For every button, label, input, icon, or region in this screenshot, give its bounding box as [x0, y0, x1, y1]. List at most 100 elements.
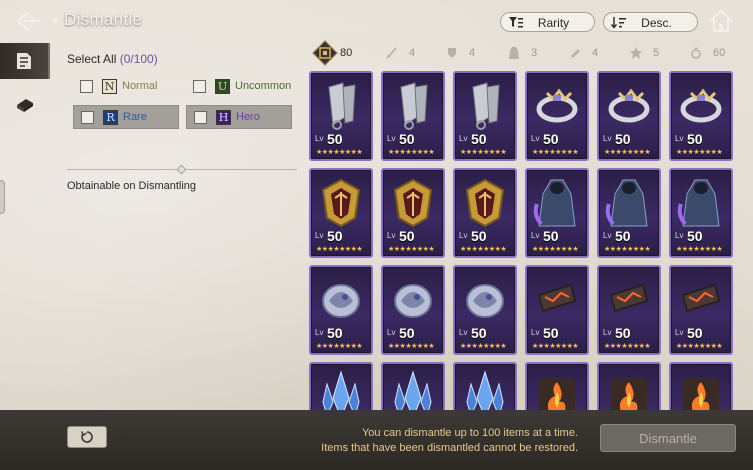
- category-cloak[interactable]: 3: [503, 41, 537, 65]
- item-stars: ★★★★★★★★: [460, 246, 507, 253]
- cloak-item-icon: [531, 174, 583, 232]
- item-card[interactable]: [597, 362, 661, 411]
- fire-item-icon: [531, 368, 583, 411]
- item-stars: ★★★★★★★★: [604, 343, 651, 350]
- grade-checkbox[interactable]: [194, 110, 207, 124]
- item-level: 50: [399, 131, 415, 147]
- dragon-item-icon: [387, 271, 439, 329]
- all-items-icon: [319, 47, 331, 59]
- category-count: 60: [713, 47, 726, 59]
- back-button[interactable]: [12, 8, 46, 34]
- item-level: 50: [615, 131, 631, 147]
- item-level: 50: [543, 228, 559, 244]
- grade-filter-normal[interactable]: N Normal: [73, 74, 179, 98]
- reset-icon: [80, 431, 93, 443]
- tab-equipment[interactable]: [0, 43, 50, 79]
- grade-checkbox[interactable]: [193, 79, 206, 93]
- emblem-item-icon: [315, 174, 367, 232]
- item-card[interactable]: [381, 362, 445, 411]
- item-stars: ★★★★★★★★: [532, 246, 579, 253]
- gauntlet-item-icon: [387, 77, 439, 135]
- item-card[interactable]: Lv 50 ★★★★★★★★: [381, 265, 445, 355]
- notice-line-2: Items that have been dismantled cannot b…: [321, 442, 578, 454]
- item-stars: ★★★★★★★★: [388, 246, 435, 253]
- item-level-prefix: Lv: [603, 328, 612, 337]
- grade-checkbox[interactable]: [81, 110, 94, 124]
- sort-rarity-button[interactable]: Rarity: [500, 12, 595, 32]
- sort-order-button[interactable]: Desc.: [603, 12, 698, 32]
- item-card[interactable]: Lv 50 ★★★★★★★★: [597, 71, 661, 161]
- item-card[interactable]: Lv 50 ★★★★★★★★: [309, 71, 373, 161]
- select-all-toggle[interactable]: Select All (0/100): [67, 52, 158, 66]
- item-stars: ★★★★★★★★: [676, 149, 723, 156]
- item-card[interactable]: Lv 50 ★★★★★★★★: [381, 168, 445, 258]
- item-card[interactable]: [525, 362, 589, 411]
- item-level-prefix: Lv: [387, 231, 396, 240]
- tab-materials[interactable]: [0, 86, 50, 122]
- item-card[interactable]: Lv 50 ★★★★★★★★: [669, 168, 733, 258]
- grade-badge: H: [216, 109, 231, 125]
- category-gauntlet[interactable]: 4: [564, 41, 598, 65]
- grade-filter-uncommon[interactable]: U Uncommon: [186, 74, 292, 98]
- item-card[interactable]: Lv 50 ★★★★★★★★: [669, 71, 733, 161]
- armor-icon: [448, 48, 456, 58]
- item-card[interactable]: Lv 50 ★★★★★★★★: [597, 265, 661, 355]
- dismantle-button[interactable]: Dismantle: [600, 424, 736, 452]
- item-level: 50: [471, 228, 487, 244]
- category-ring[interactable]: 60: [685, 41, 725, 65]
- item-card[interactable]: Lv 50 ★★★★★★★★: [525, 265, 589, 355]
- category-all[interactable]: 80: [312, 40, 352, 66]
- grade-filter-rare[interactable]: R Rare: [73, 105, 179, 129]
- ring-icon: [691, 47, 701, 59]
- item-stars: ★★★★★★★★: [316, 246, 363, 253]
- category-armor[interactable]: 4: [441, 41, 475, 65]
- item-level-prefix: Lv: [387, 328, 396, 337]
- home-button[interactable]: [706, 8, 736, 34]
- item-card[interactable]: Lv 50 ★★★★★★★★: [669, 265, 733, 355]
- item-card[interactable]: Lv 50 ★★★★★★★★: [453, 168, 517, 258]
- item-card[interactable]: [453, 362, 517, 411]
- grade-badge: N: [102, 78, 117, 94]
- ring-item-icon: [675, 77, 727, 135]
- item-card[interactable]: [309, 362, 373, 411]
- category-weapon[interactable]: 4: [381, 41, 415, 65]
- item-card[interactable]: Lv 50 ★★★★★★★★: [453, 265, 517, 355]
- item-level: 50: [327, 325, 343, 341]
- item-card[interactable]: Lv 50 ★★★★★★★★: [525, 71, 589, 161]
- item-level: 50: [543, 325, 559, 341]
- emblem-item-icon: [387, 174, 439, 232]
- side-drawer-handle[interactable]: [0, 180, 5, 214]
- item-stars: ★★★★★★★★: [388, 149, 435, 156]
- item-card[interactable]: [669, 362, 733, 411]
- category-count: 4: [409, 47, 416, 59]
- category-accessory[interactable]: 5: [625, 41, 659, 65]
- item-card[interactable]: Lv 50 ★★★★★★★★: [597, 168, 661, 258]
- item-card[interactable]: Lv 50 ★★★★★★★★: [453, 71, 517, 161]
- accessory-icon: [630, 47, 642, 59]
- item-card[interactable]: Lv 50 ★★★★★★★★: [309, 168, 373, 258]
- grade-filter-hero[interactable]: H Hero: [186, 105, 292, 129]
- grade-name: Normal: [122, 80, 158, 92]
- item-level-prefix: Lv: [531, 328, 540, 337]
- fire-item-icon: [603, 368, 655, 411]
- dragon-item-icon: [459, 271, 511, 329]
- grade-checkbox[interactable]: [80, 79, 93, 93]
- sort-label: Rarity: [537, 16, 570, 30]
- item-stars: ★★★★★★★★: [532, 343, 579, 350]
- item-level-prefix: Lv: [531, 134, 540, 143]
- home-icon: [709, 9, 733, 32]
- item-level: 50: [687, 228, 703, 244]
- item-stars: ★★★★★★★★: [604, 246, 651, 253]
- emblem-item-icon: [459, 174, 511, 232]
- item-level-prefix: Lv: [531, 231, 540, 240]
- reset-button[interactable]: [67, 426, 107, 448]
- crystal-item-icon: [387, 368, 439, 411]
- item-level-prefix: Lv: [315, 134, 324, 143]
- grade-name: Hero: [236, 111, 260, 123]
- belt-item-icon: [603, 271, 655, 329]
- item-card[interactable]: Lv 50 ★★★★★★★★: [381, 71, 445, 161]
- item-card[interactable]: Lv 50 ★★★★★★★★: [525, 168, 589, 258]
- weapon-icon: [386, 47, 397, 59]
- item-card[interactable]: Lv 50 ★★★★★★★★: [309, 265, 373, 355]
- dragon-item-icon: [315, 271, 367, 329]
